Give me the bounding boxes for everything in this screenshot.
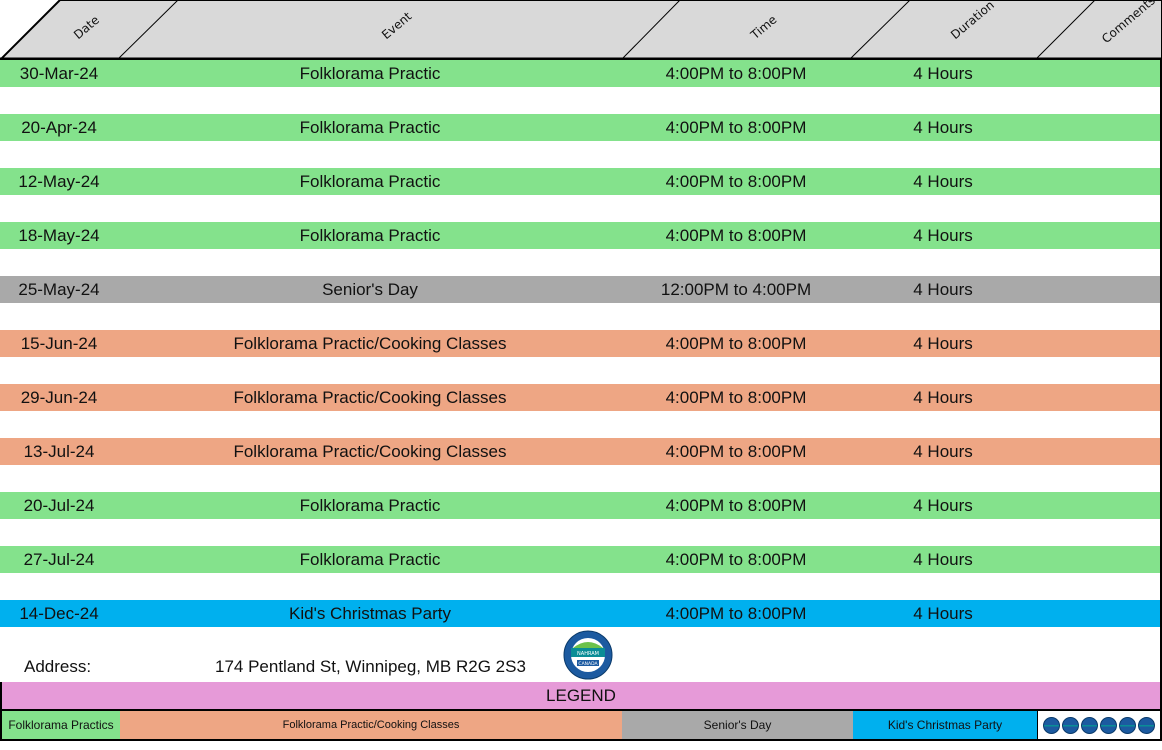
spacer-row [0, 141, 1160, 168]
date-cell[interactable]: 29-Jun-24 [0, 384, 118, 411]
event-cell[interactable]: Folklorama Practic [118, 492, 622, 519]
date-cell[interactable]: 20-Jul-24 [0, 492, 118, 519]
organization-seal-icon: NAHRAM CANADA [563, 630, 613, 680]
table-row[interactable]: 20-Apr-24 Folklorama Practic 4:00PM to 8:0… [0, 114, 1160, 141]
legend-item-christmas: Kid's Christmas Party [853, 711, 1038, 739]
table-row[interactable]: 18-May-24 Folklorama Practic 4:00PM to 8:0… [0, 222, 1160, 249]
event-cell[interactable]: Folklorama Practic [118, 60, 622, 87]
time-cell[interactable]: 4:00PM to 8:00PM [622, 60, 850, 87]
table-row[interactable]: 20-Jul-24 Folklorama Practic 4:00PM to 8:0… [0, 492, 1160, 519]
address-section: Address: 174 Pentland St, Winnipeg, MB R… [0, 627, 1162, 682]
time-cell[interactable]: 4:00PM to 8:00PM [622, 222, 850, 249]
comments-cell[interactable] [1036, 60, 1160, 87]
duration-cell[interactable]: 4 Hours [850, 114, 1036, 141]
table-row[interactable]: 15-Jun-24 Folklorama Practic/Cooking Clas… [0, 330, 1160, 357]
date-cell[interactable]: 18-May-24 [0, 222, 118, 249]
table-row[interactable]: 14-Dec-24 Kid's Christmas Party 4:00PM to … [0, 600, 1160, 627]
comments-cell[interactable] [1036, 600, 1160, 627]
duration-cell[interactable]: 4 Hours [850, 222, 1036, 249]
event-cell[interactable]: Kid's Christmas Party [118, 600, 622, 627]
duration-cell[interactable]: 4 Hours [850, 384, 1036, 411]
event-cell[interactable]: Senior's Day [118, 276, 622, 303]
logo-text-top: NAHRAM [577, 651, 599, 657]
logo-text-bottom: CANADA [578, 661, 598, 667]
date-cell[interactable]: 30-Mar-24 [0, 60, 118, 87]
spacer-row [0, 87, 1160, 114]
event-cell[interactable]: Folklorama Practic/Cooking Classes [118, 330, 622, 357]
legend-item-cooking: Folklorama Practic/Cooking Classes [120, 711, 622, 739]
event-cell[interactable]: Folklorama Practic/Cooking Classes [118, 438, 622, 465]
duration-cell[interactable]: 4 Hours [850, 276, 1036, 303]
table-header: Date Event Time Duration Comments [0, 0, 1162, 60]
duration-cell[interactable]: 4 Hours [850, 600, 1036, 627]
address-label: Address: [24, 657, 92, 676]
legend-row: Folklorama Practics Folklorama Practic/C… [0, 709, 1162, 741]
table-row[interactable]: 12-May-24 Folklorama Practic 4:00PM to 8:0… [0, 168, 1160, 195]
comments-cell[interactable] [1036, 492, 1160, 519]
event-cell[interactable]: Folklorama Practic [118, 114, 622, 141]
spacer-row [0, 303, 1160, 330]
date-cell[interactable]: 20-Apr-24 [0, 114, 118, 141]
table-row[interactable]: 30-Mar-24 Folklorama Practic 4:00PM to 8:0… [0, 60, 1160, 87]
comments-cell[interactable] [1036, 114, 1160, 141]
comments-cell[interactable] [1036, 222, 1160, 249]
comments-cell[interactable] [1036, 546, 1160, 573]
time-cell[interactable]: 4:00PM to 8:00PM [622, 438, 850, 465]
table-row[interactable]: 25-May-24 Senior's Day 12:00PM to 4:00PM 4 … [0, 276, 1160, 303]
date-cell[interactable]: 13-Jul-24 [0, 438, 118, 465]
date-cell[interactable]: 27-Jul-24 [0, 546, 118, 573]
date-cell[interactable]: 25-May-24 [0, 276, 118, 303]
legend-label: Senior's Day [703, 718, 772, 732]
duration-cell[interactable]: 4 Hours [850, 60, 1036, 87]
spacer-row [0, 195, 1160, 222]
spacer-row [0, 357, 1160, 384]
duration-cell[interactable]: 4 Hours [850, 546, 1036, 573]
duration-cell[interactable]: 4 Hours [850, 330, 1036, 357]
legend-label: Folklorama Practics [8, 718, 114, 732]
time-cell[interactable]: 4:00PM to 8:00PM [622, 546, 850, 573]
table-row[interactable]: 13-Jul-24 Folklorama Practic/Cooking Clas… [0, 438, 1160, 465]
mini-logo-row-icon [1038, 711, 1160, 739]
date-cell[interactable]: 15-Jun-24 [0, 330, 118, 357]
legend-item-folklorama: Folklorama Practics [2, 711, 120, 739]
table-row[interactable]: 27-Jul-24 Folklorama Practic 4:00PM to 8:0… [0, 546, 1160, 573]
comments-cell[interactable] [1036, 438, 1160, 465]
duration-cell[interactable]: 4 Hours [850, 492, 1036, 519]
comments-cell[interactable] [1036, 384, 1160, 411]
event-cell[interactable]: Folklorama Practic/Cooking Classes [118, 384, 622, 411]
comments-cell[interactable] [1036, 276, 1160, 303]
comments-cell[interactable] [1036, 330, 1160, 357]
legend-item-seniors: Senior's Day [622, 711, 853, 739]
time-cell[interactable]: 4:00PM to 8:00PM [622, 600, 850, 627]
event-table: 30-Mar-24 Folklorama Practic 4:00PM to 8:0… [0, 60, 1162, 627]
time-cell[interactable]: 4:00PM to 8:00PM [622, 492, 850, 519]
time-cell[interactable]: 12:00PM to 4:00PM [622, 276, 850, 303]
event-cell[interactable]: Folklorama Practic [118, 546, 622, 573]
spacer-row [0, 249, 1160, 276]
time-cell[interactable]: 4:00PM to 8:00PM [622, 114, 850, 141]
time-cell[interactable]: 4:00PM to 8:00PM [622, 384, 850, 411]
duration-cell[interactable]: 4 Hours [850, 438, 1036, 465]
spacer-row [0, 465, 1160, 492]
event-cell[interactable]: Folklorama Practic [118, 168, 622, 195]
date-cell[interactable]: 12-May-24 [0, 168, 118, 195]
legend-title: LEGEND [0, 682, 1162, 709]
spacer-row [0, 573, 1160, 600]
duration-cell[interactable]: 4 Hours [850, 168, 1036, 195]
legend-label: Kid's Christmas Party [887, 718, 1003, 732]
table-row[interactable]: 29-Jun-24 Folklorama Practic/Cooking Clas… [0, 384, 1160, 411]
spacer-row [0, 411, 1160, 438]
date-cell[interactable]: 14-Dec-24 [0, 600, 118, 627]
spacer-row [0, 519, 1160, 546]
time-cell[interactable]: 4:00PM to 8:00PM [622, 330, 850, 357]
time-cell[interactable]: 4:00PM to 8:00PM [622, 168, 850, 195]
legend-label: Folklorama Practic/Cooking Classes [282, 719, 460, 731]
event-cell[interactable]: Folklorama Practic [118, 222, 622, 249]
comments-cell[interactable] [1036, 168, 1160, 195]
address-value[interactable]: 174 Pentland St, Winnipeg, MB R2G 2S3 [215, 657, 526, 677]
